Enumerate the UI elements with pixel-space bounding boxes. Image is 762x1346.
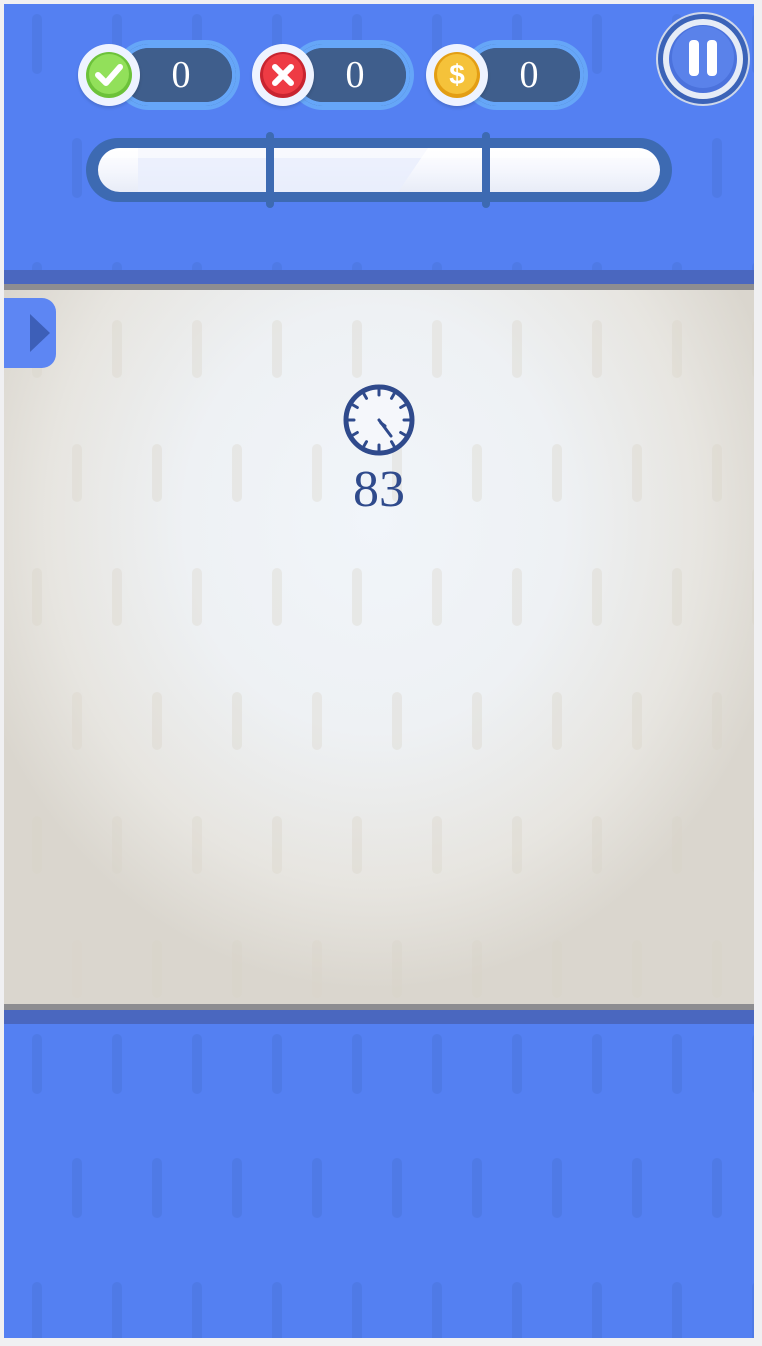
game-screen: 0 0 0 $ 83 bbox=[4, 4, 754, 1338]
bottom-panel bbox=[4, 1024, 754, 1338]
progress-marker-2 bbox=[482, 132, 490, 208]
check-icon bbox=[86, 52, 132, 98]
progress-shine bbox=[98, 148, 660, 192]
wrong-count: 0 bbox=[345, 54, 365, 96]
side-menu-tab[interactable] bbox=[4, 298, 56, 368]
timer-value: 83 bbox=[353, 461, 405, 518]
dollar-coin-icon: $ bbox=[434, 52, 480, 98]
x-icon bbox=[260, 52, 306, 98]
svg-text:$: $ bbox=[449, 59, 465, 90]
level-progress-bar bbox=[86, 132, 672, 208]
progress-marker-1 bbox=[266, 132, 274, 208]
clock-icon bbox=[343, 384, 415, 456]
correct-count: 0 bbox=[171, 54, 191, 96]
coins-badge: $ bbox=[426, 44, 488, 106]
progress-fill-area bbox=[98, 148, 660, 192]
correct-badge bbox=[78, 44, 140, 106]
board-bottom-edge bbox=[4, 1010, 754, 1024]
pause-button[interactable] bbox=[656, 12, 750, 106]
hud-panel: 0 0 0 $ bbox=[4, 4, 754, 270]
wrong-badge bbox=[252, 44, 314, 106]
pause-icon bbox=[658, 14, 748, 104]
chevron-right-icon bbox=[30, 314, 50, 352]
coins-count: 0 bbox=[519, 54, 539, 96]
